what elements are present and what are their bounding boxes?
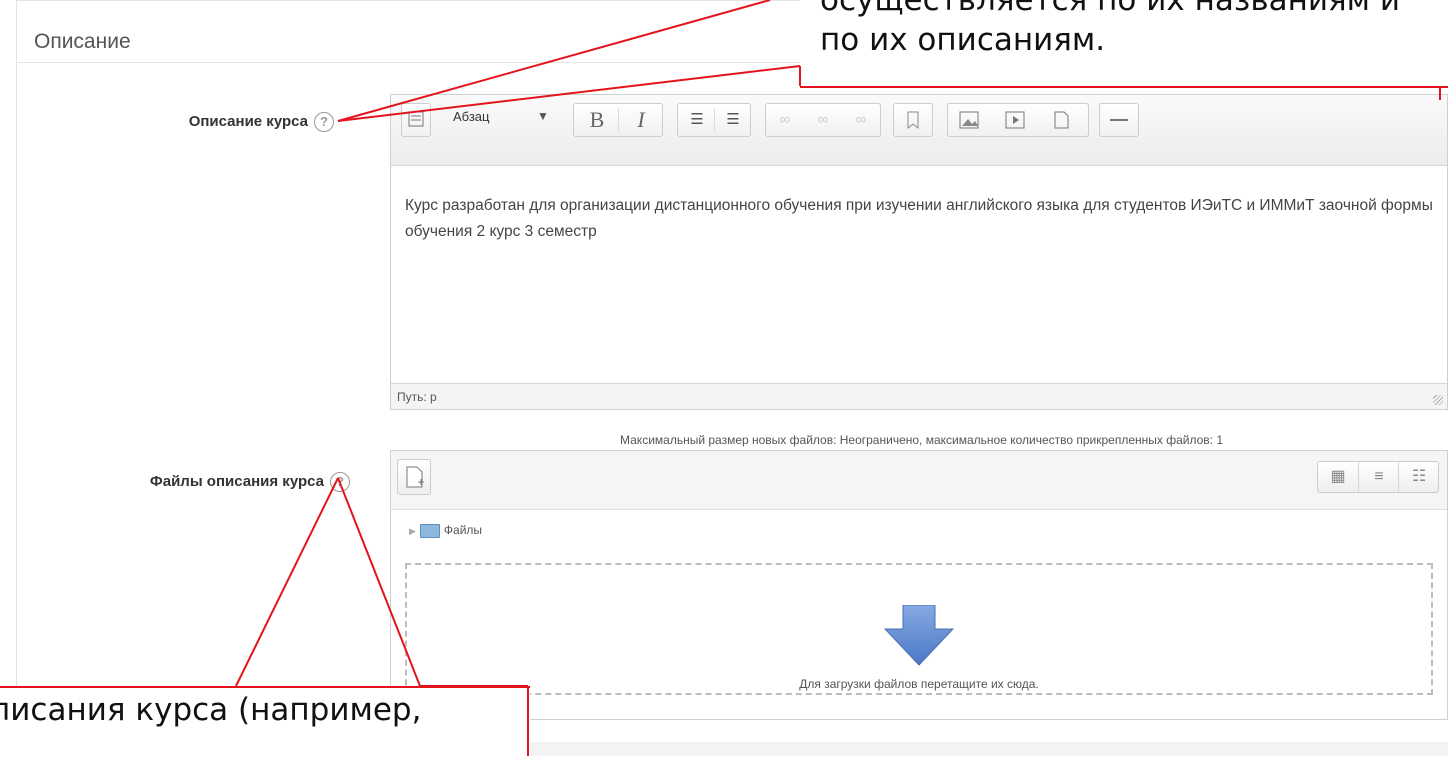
horizontal-rule-button[interactable] xyxy=(1099,103,1139,137)
editor-path-bar: Путь: p xyxy=(391,383,1447,409)
editor-path: Путь: p xyxy=(397,390,437,404)
italic-icon[interactable]: I xyxy=(626,104,656,136)
callout-bottom-text: писания курса (например, xyxy=(0,692,422,728)
anchor-link-icon[interactable]: ∞ xyxy=(846,104,876,136)
paragraph-format-select[interactable]: Абзац xyxy=(453,109,489,124)
file-path[interactable]: ▶ Файлы xyxy=(409,523,482,538)
media-group xyxy=(947,103,1089,137)
course-files-label: Файлы описания курса xyxy=(149,472,324,490)
file-icon[interactable] xyxy=(1046,106,1076,134)
unlink-icon[interactable]: ∞ xyxy=(808,104,838,136)
bookmark-button[interactable] xyxy=(893,103,933,137)
editor-content[interactable]: Курс разработан для организации дистанци… xyxy=(405,193,1433,245)
help-icon[interactable]: ? xyxy=(314,112,334,132)
callout-bottom: писания курса (например, xyxy=(0,686,530,766)
toggle-toolbar-icon xyxy=(408,111,424,127)
add-file-button[interactable] xyxy=(397,459,431,495)
link-group: ∞ ∞ ∞ xyxy=(765,103,881,137)
help-icon[interactable]: ? xyxy=(330,472,350,492)
callout-top-line-2: по их описаниям. xyxy=(820,22,1106,58)
editor-toolbar: Абзац ▼ B I ☰ ☰ ∞ ∞ ∞ xyxy=(391,95,1447,166)
bookmark-icon xyxy=(907,111,919,130)
dropdown-caret-icon[interactable]: ▼ xyxy=(537,109,549,123)
toolbar-separator xyxy=(714,108,715,132)
toggle-toolbar-button[interactable] xyxy=(401,103,431,137)
list-view-icon[interactable]: ≡ xyxy=(1358,462,1399,492)
tree-view-icon[interactable]: ☷ xyxy=(1398,462,1439,492)
add-file-icon xyxy=(406,466,424,488)
text-style-group: B I xyxy=(573,103,663,137)
resize-grip-icon[interactable] xyxy=(1433,395,1443,405)
page-bottom-strip xyxy=(390,742,1448,756)
icons-view-icon[interactable]: ▦ xyxy=(1318,462,1358,492)
folder-label: Файлы xyxy=(443,523,483,537)
file-manager: ▦ ≡ ☷ ▶ Файлы Для загрузки файлов перетащ… xyxy=(390,450,1448,720)
toolbar-separator xyxy=(618,108,619,132)
link-icon[interactable]: ∞ xyxy=(770,104,800,136)
callout-top: осуществляется по их названиям и по их о… xyxy=(800,0,1448,88)
numbered-list-icon[interactable]: ☰ xyxy=(718,104,748,136)
callout-top-text: осуществляется по их названиям и по их о… xyxy=(820,0,1400,60)
download-arrow-icon xyxy=(883,605,955,666)
course-files-label-row: Файлы описания курса? xyxy=(60,472,350,492)
drop-instructions: Для загрузки файлов перетащите их сюда. xyxy=(799,677,1039,691)
list-group: ☰ ☰ xyxy=(677,103,751,137)
view-switcher: ▦ ≡ ☷ xyxy=(1317,461,1439,493)
course-description-label-row: Описание курса? xyxy=(150,112,334,132)
file-manager-toolbar: ▦ ≡ ☷ xyxy=(391,451,1447,510)
bullet-list-icon[interactable]: ☰ xyxy=(682,104,712,136)
file-limits-text: Максимальный размер новых файлов: Неогра… xyxy=(620,433,1224,447)
section-legend[interactable]: Описание xyxy=(34,30,131,54)
course-description-label: Описание курса xyxy=(188,112,308,130)
image-icon[interactable] xyxy=(954,106,984,134)
bold-icon[interactable]: B xyxy=(582,104,612,136)
file-dropzone[interactable]: Для загрузки файлов перетащите их сюда. xyxy=(405,563,1433,695)
callout-top-line-1: осуществляется по их названиям и xyxy=(820,0,1401,18)
folder-icon xyxy=(419,523,440,538)
horizontal-rule-icon xyxy=(1110,119,1128,121)
expand-arrow-icon[interactable]: ▶ xyxy=(409,526,416,536)
course-description-editor: Абзац ▼ B I ☰ ☰ ∞ ∞ ∞ Курс разработан дл xyxy=(390,94,1448,410)
media-icon[interactable] xyxy=(1000,106,1030,134)
